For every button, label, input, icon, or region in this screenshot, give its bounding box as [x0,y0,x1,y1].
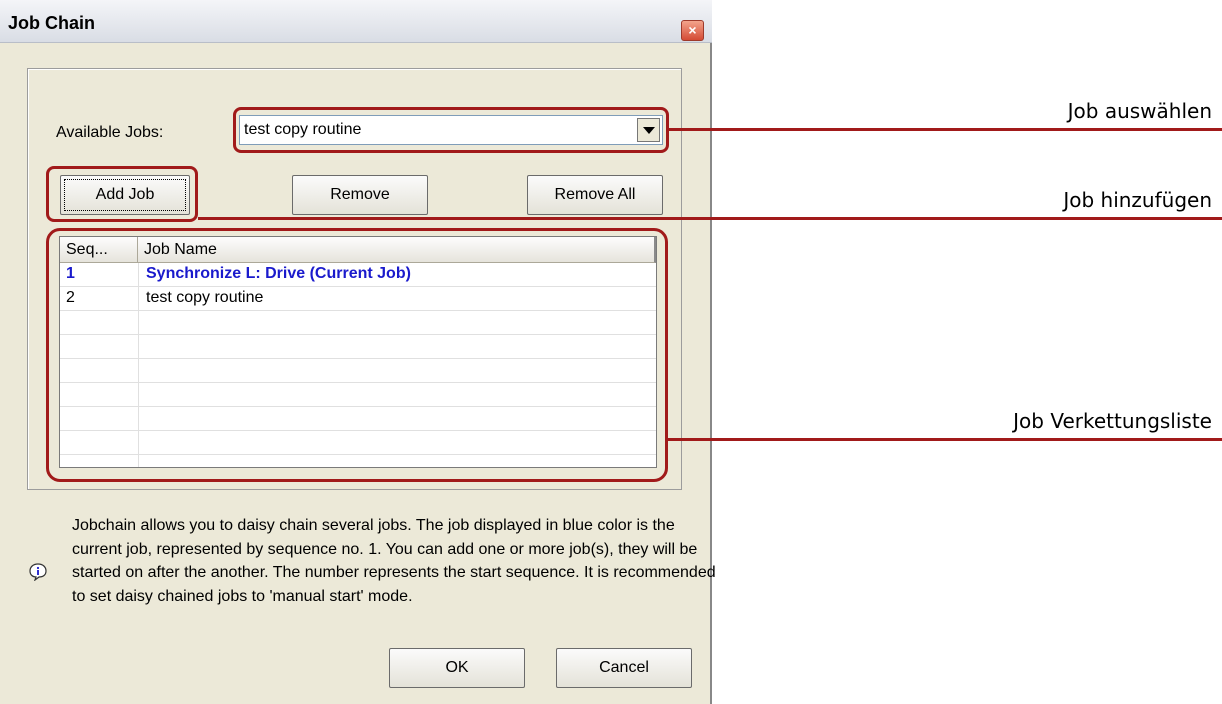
remove-all-button[interactable]: Remove All [527,175,663,215]
window-title: Job Chain [8,13,96,33]
available-jobs-label: Available Jobs: [56,124,164,141]
annotation-chain-list: Job Verkettungsliste [1013,409,1212,433]
annotation-add-job: Job hinzufügen [1063,188,1212,212]
annotation-select-job: Job auswählen [1067,99,1212,123]
close-icon[interactable]: × [681,20,704,41]
cancel-button[interactable]: Cancel [556,648,692,688]
callout-box-list [46,228,668,482]
remove-button[interactable]: Remove [292,175,428,215]
callout-box-dropdown [233,107,669,153]
callout-box-add-job [46,166,198,222]
callout-line-select [669,128,1222,131]
info-icon [29,563,47,581]
callout-line-list [668,438,1222,441]
callout-line-add [198,217,1222,220]
title-bar[interactable]: Job Chain × [0,0,712,43]
info-description: Jobchain allows you to daisy chain sever… [72,517,716,605]
ok-button[interactable]: OK [389,648,525,688]
